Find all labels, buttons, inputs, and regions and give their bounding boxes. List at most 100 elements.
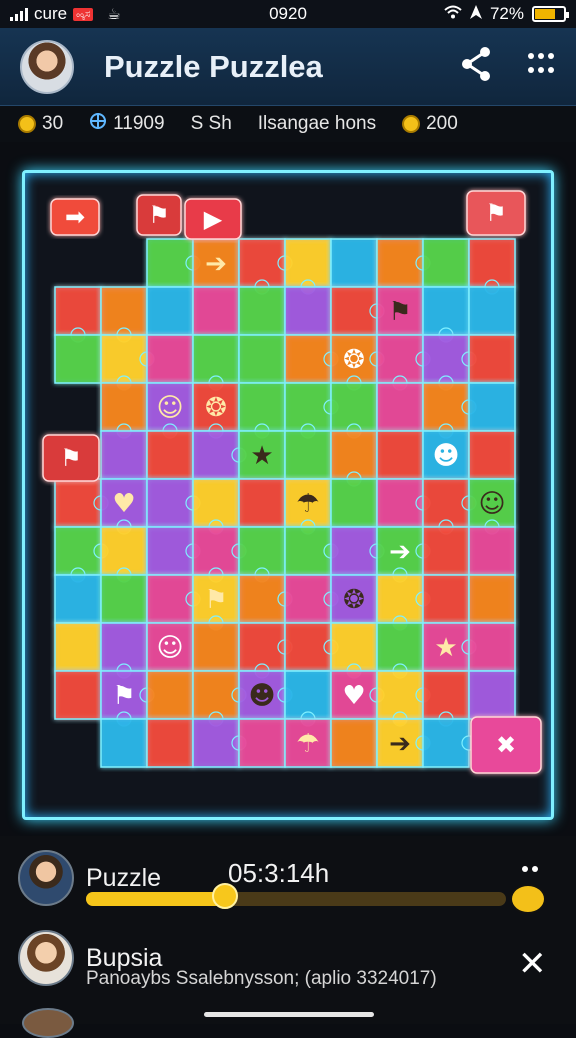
header-actions — [460, 46, 556, 87]
bug-icon: ❂ — [343, 585, 365, 615]
puzzle-piece[interactable] — [284, 430, 332, 480]
app-header: Puzzle Puzzlea — [0, 28, 576, 106]
flag-icon: ⚑ — [204, 585, 227, 615]
coins-right-value: 200 — [426, 113, 458, 134]
puzzle-piece[interactable] — [284, 286, 332, 336]
puzzle-board[interactable]: ➡ ⚑ ▶ ⚑ ⚑ ✖ ➔ ⚑ ❂ ☺ ★ ☻ ♥ ☂ ➔ ⚑ ❂ ☺ ★ ☻ ♥ ☂ ➔ ⚑ ❂ ☺ — [22, 170, 554, 820]
puzzle-piece[interactable] — [376, 430, 424, 480]
cat-icon: ☺ — [156, 633, 183, 663]
puzzle-piece[interactable] — [468, 574, 516, 624]
bug-icon: ❂ — [205, 393, 227, 423]
stat-coins-right: 200 — [402, 113, 458, 135]
puzzle-piece[interactable] — [468, 334, 516, 384]
stats-bar: 30 11909 S Sh Ilsangae hons 200 — [0, 106, 576, 142]
progress-bar[interactable] — [86, 892, 506, 906]
puzzle-piece[interactable] — [146, 334, 194, 384]
score-value: 11909 — [113, 113, 165, 134]
more-icon[interactable] — [526, 49, 556, 84]
player-avatar[interactable] — [18, 930, 74, 986]
frog-icon: ☻ — [432, 441, 459, 471]
close-icon[interactable]: ✕ — [518, 944, 547, 984]
frog-icon: ☻ — [248, 681, 275, 711]
puzzle-piece[interactable] — [468, 526, 516, 576]
bug-icon: ❂ — [343, 345, 365, 375]
coin-icon — [18, 115, 36, 133]
game-timer: 05:3:14h — [228, 858, 330, 888]
user-avatar[interactable] — [20, 39, 74, 94]
puzzle-piece[interactable] — [192, 286, 240, 336]
puzzle-piece[interactable] — [376, 382, 424, 432]
puzzle-piece[interactable] — [238, 718, 286, 768]
status-right: 72% — [444, 4, 569, 24]
ghost-icon: ☂ — [296, 489, 319, 519]
puzzle-piece[interactable] — [422, 526, 470, 576]
player-message: Panoaybs Ssalebnysson; (aplio 3324017) — [86, 968, 437, 989]
stat-coins-left: 30 — [18, 113, 63, 135]
carrier-name: cure — [34, 4, 68, 23]
puzzle-piece[interactable] — [146, 430, 194, 480]
puzzle-piece[interactable] — [238, 286, 286, 336]
flag-icon: ⚑ — [60, 444, 82, 472]
flag-icon: ⚑ — [148, 201, 170, 229]
puzzle-piece[interactable] — [468, 382, 516, 432]
puzzle-piece[interactable] — [330, 478, 378, 528]
puzzle-piece[interactable] — [330, 718, 378, 768]
crosshair-icon — [89, 112, 107, 136]
puzzle-piece[interactable] — [54, 334, 102, 384]
share-icon[interactable] — [460, 46, 492, 87]
stat-score: 11909 — [89, 112, 165, 136]
stat-label: Ilsangae hons — [258, 113, 376, 135]
puzzle-piece[interactable] — [54, 670, 102, 720]
puzzle-piece[interactable] — [330, 238, 378, 288]
puzzle-piece[interactable] — [238, 334, 286, 384]
puzzle-piece[interactable] — [146, 718, 194, 768]
heart-icon: ♥ — [112, 489, 135, 519]
coin-icon[interactable] — [510, 884, 546, 914]
puzzle-piece[interactable] — [468, 622, 516, 672]
home-indicator[interactable] — [204, 1012, 374, 1017]
star-icon: ★ — [434, 633, 457, 663]
player-name: Puzzle — [86, 863, 162, 892]
puzzle-piece[interactable] — [100, 574, 148, 624]
progress-fill — [86, 892, 225, 906]
puzzle-piece[interactable] — [422, 574, 470, 624]
puzzle-piece[interactable] — [146, 670, 194, 720]
puzzle-piece[interactable] — [468, 670, 516, 720]
puzzle-piece[interactable] — [54, 574, 102, 624]
status-left: cure ೲಕಸ ☕ — [10, 4, 121, 24]
puzzle-canvas[interactable]: ➡ ⚑ ▶ ⚑ ⚑ ✖ ➔ ⚑ ❂ ☺ ★ ☻ ♥ ☂ ➔ ⚑ ❂ ☺ ★ ☻ ♥ ☂ ➔ ⚑ ❂ ☺ — [25, 173, 551, 817]
puzzle-piece[interactable] — [468, 286, 516, 336]
puzzle-piece[interactable] — [192, 622, 240, 672]
arrow-icon: ➔ — [389, 729, 411, 759]
arrow-icon: ➔ — [389, 537, 411, 567]
puzzle-piece[interactable] — [54, 622, 102, 672]
puzzle-piece[interactable] — [100, 430, 148, 480]
puzzle-piece[interactable] — [146, 286, 194, 336]
puzzle-piece[interactable] — [238, 478, 286, 528]
ghost-icon: ☂ — [296, 729, 319, 759]
stat-mode: S Sh — [191, 113, 232, 135]
coin-icon — [402, 115, 421, 133]
arrow-icon: ➔ — [205, 249, 227, 279]
label-value: Ilsangae hons — [257, 113, 377, 134]
battery-percent: 72% — [489, 4, 524, 23]
flag-icon: ⚑ — [112, 681, 135, 711]
cat-icon: ☺ — [478, 489, 505, 519]
star-icon: ★ — [250, 441, 273, 471]
more-icon[interactable] — [522, 866, 538, 872]
page-title: Puzzle Puzzlea — [104, 48, 323, 84]
puzzle-piece[interactable] — [422, 238, 470, 288]
arrow-icon: ✖ — [496, 731, 516, 759]
location-icon — [469, 4, 482, 24]
progress-handle[interactable] — [211, 883, 238, 909]
player-avatar[interactable] — [18, 850, 74, 906]
puzzle-piece[interactable] — [468, 430, 516, 480]
wifi-icon — [444, 4, 462, 24]
flag-icon: ⚑ — [485, 199, 507, 227]
mode-value: S Sh — [190, 113, 232, 134]
puzzle-piece[interactable] — [100, 718, 148, 768]
player-avatar[interactable] — [22, 1008, 74, 1038]
heart-icon: ♥ — [342, 681, 365, 711]
notification-icon: ☕ — [107, 6, 121, 23]
arrow-icon: ▶ — [204, 205, 223, 233]
